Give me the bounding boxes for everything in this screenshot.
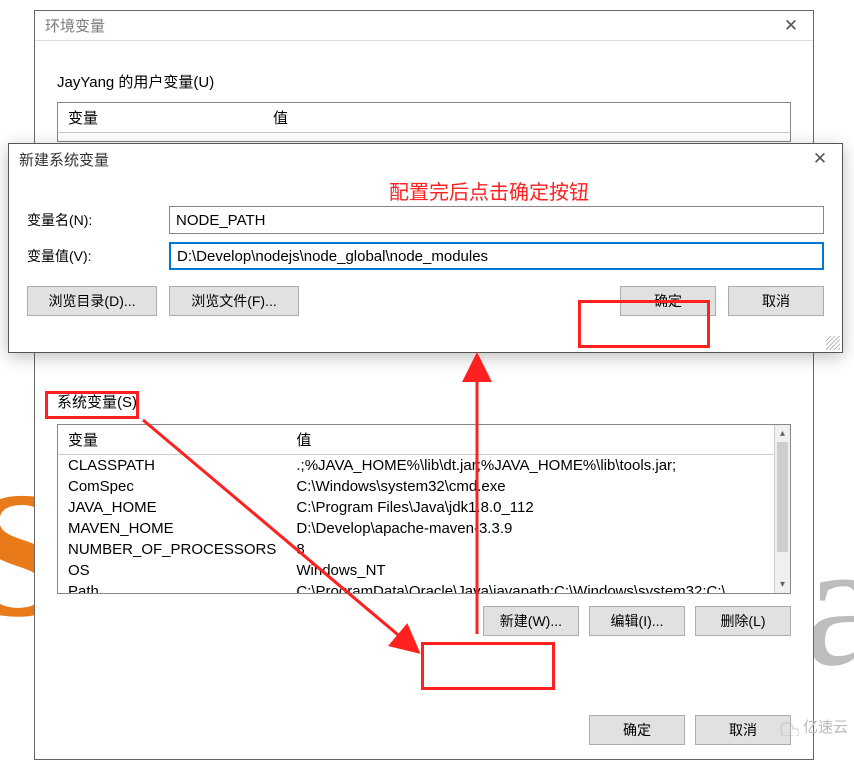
browse-dir-button[interactable]: 浏览目录(D)... (27, 286, 157, 316)
newvar-cancel-button[interactable]: 取消 (728, 286, 824, 316)
col-header-value[interactable]: 值 (263, 103, 790, 133)
col-header-variable[interactable]: 变量 (58, 425, 286, 455)
table-row: ComSpecC:\Windows\system32\cmd.exe (58, 476, 790, 497)
user-vars-table[interactable]: 变量 值 (57, 102, 791, 142)
user-vars-label: JayYang 的用户变量(U) (57, 71, 813, 92)
var-name-label: 变量名(N): (27, 210, 157, 230)
scroll-thumb[interactable] (777, 442, 788, 552)
scroll-up-icon[interactable]: ▴ (775, 425, 790, 442)
var-value-input[interactable] (169, 242, 824, 270)
table-row: JAVA_HOMEC:\Program Files\Java\jdk1.8.0_… (58, 497, 790, 518)
table-row: OSWindows_NT (58, 560, 790, 581)
table-row: CLASSPATH.;%JAVA_HOME%\lib\dt.jar;%JAVA_… (58, 455, 790, 477)
browse-file-button[interactable]: 浏览文件(F)... (169, 286, 299, 316)
new-button[interactable]: 新建(W)... (483, 606, 579, 636)
system-vars-table[interactable]: 变量 值 CLASSPATH.;%JAVA_HOME%\lib\dt.jar;%… (57, 424, 791, 594)
newvar-ok-button[interactable]: 确定 (620, 286, 716, 316)
watermark-text: 亿速云 (803, 716, 848, 737)
env-dialog-titlebar[interactable]: 环境变量 ✕ (35, 11, 813, 41)
col-header-value[interactable]: 值 (286, 425, 790, 455)
annotation-text: 配置完后点击确定按钮 (389, 176, 589, 205)
close-icon[interactable]: ✕ (769, 11, 813, 40)
env-vars-dialog: 环境变量 ✕ JayYang 的用户变量(U) 变量 值 系统变量(S) 变量 … (34, 10, 814, 760)
watermark: 亿速云 (775, 716, 848, 737)
env-dialog-title: 环境变量 (45, 15, 105, 36)
col-header-variable[interactable]: 变量 (58, 103, 263, 133)
var-value-label: 变量值(V): (27, 246, 157, 266)
delete-button[interactable]: 删除(L) (695, 606, 791, 636)
env-ok-button[interactable]: 确定 (589, 715, 685, 745)
scroll-down-icon[interactable]: ▾ (775, 576, 790, 593)
newvar-title: 新建系统变量 (19, 149, 109, 170)
new-sysvar-dialog: 新建系统变量 ✕ 配置完后点击确定按钮 变量名(N): 变量值(V): 浏览目录… (8, 143, 843, 353)
table-row: NUMBER_OF_PROCESSORS8 (58, 539, 790, 560)
table-row: MAVEN_HOMED:\Develop\apache-maven-3.3.9 (58, 518, 790, 539)
edit-button[interactable]: 编辑(I)... (589, 606, 685, 636)
scrollbar-vertical[interactable]: ▴ ▾ (774, 425, 790, 593)
table-row: PathC:\ProgramData\Oracle\Java\javapath;… (58, 581, 790, 594)
close-icon[interactable]: ✕ (798, 145, 842, 174)
system-vars-label: 系统变量(S) (57, 394, 137, 411)
var-name-input[interactable] (169, 206, 824, 234)
newvar-titlebar[interactable]: 新建系统变量 ✕ (9, 144, 842, 174)
resize-grip-icon[interactable] (826, 336, 840, 350)
